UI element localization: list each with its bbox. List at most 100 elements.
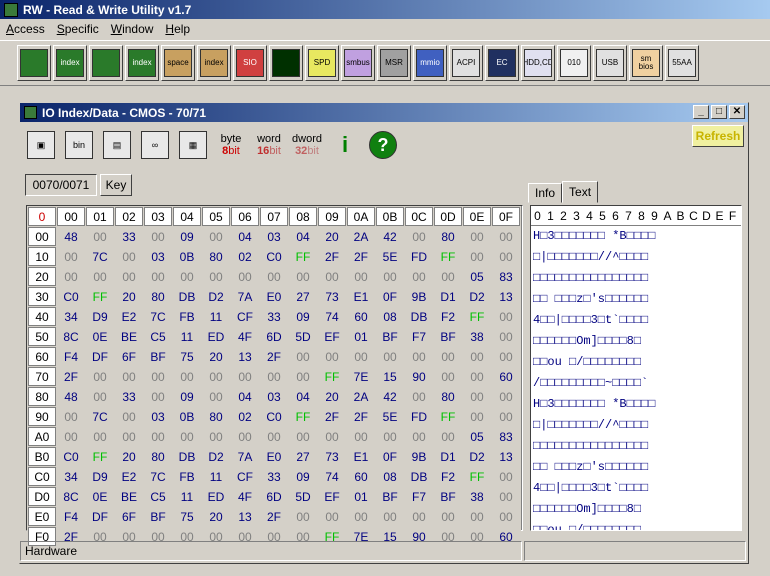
save-bin-button[interactable]: bin bbox=[62, 127, 96, 163]
hex-cell[interactable]: 00 bbox=[231, 427, 259, 446]
hex-cell[interactable]: BE bbox=[115, 327, 143, 346]
hex-cell[interactable]: 08 bbox=[376, 467, 404, 486]
hex-cell[interactable]: 83 bbox=[492, 267, 520, 286]
hex-cell[interactable]: E0 bbox=[260, 287, 288, 306]
hex-cell[interactable]: 04 bbox=[231, 227, 259, 246]
msr-button[interactable]: MSR bbox=[377, 45, 411, 81]
55aa-button[interactable]: 55AA bbox=[665, 45, 699, 81]
hex-cell[interactable]: 00 bbox=[115, 247, 143, 266]
word-mode-button[interactable]: word 16bit bbox=[252, 127, 286, 163]
hex-cell[interactable]: 34 bbox=[57, 307, 85, 326]
hex-cell[interactable]: 33 bbox=[115, 387, 143, 406]
hex-cell[interactable]: 33 bbox=[115, 227, 143, 246]
memory-index-button[interactable]: index bbox=[125, 45, 159, 81]
oscilloscope-button[interactable] bbox=[269, 45, 303, 81]
io-index-button[interactable]: index bbox=[197, 45, 231, 81]
hex-cell[interactable]: 00 bbox=[492, 387, 520, 406]
hex-cell[interactable]: 00 bbox=[492, 467, 520, 486]
hex-cell[interactable]: 9B bbox=[405, 287, 433, 306]
ec-button[interactable]: EC bbox=[485, 45, 519, 81]
menu-access[interactable]: Access bbox=[0, 22, 51, 36]
hex-cell[interactable]: 04 bbox=[289, 387, 317, 406]
hex-cell[interactable]: 73 bbox=[318, 447, 346, 466]
hex-cell[interactable]: 00 bbox=[115, 267, 143, 286]
hex-cell[interactable]: 00 bbox=[318, 427, 346, 446]
hex-cell[interactable]: 74 bbox=[318, 467, 346, 486]
hex-cell[interactable]: 33 bbox=[260, 467, 288, 486]
hex-cell[interactable]: FD bbox=[405, 407, 433, 426]
ata-button[interactable]: 010 bbox=[557, 45, 591, 81]
hex-cell[interactable]: 5D bbox=[289, 487, 317, 506]
hex-cell[interactable]: 00 bbox=[405, 427, 433, 446]
hex-cell[interactable]: 00 bbox=[492, 347, 520, 366]
hex-cell[interactable]: 0E bbox=[86, 327, 114, 346]
hex-cell[interactable]: 00 bbox=[434, 507, 462, 526]
hex-cell[interactable]: DB bbox=[173, 287, 201, 306]
help-button[interactable]: ? bbox=[366, 127, 400, 163]
hex-cell[interactable]: FF bbox=[86, 287, 114, 306]
refresh-button[interactable]: Refresh bbox=[692, 125, 744, 147]
hex-cell[interactable]: 0B bbox=[173, 247, 201, 266]
tab-text[interactable]: Text bbox=[562, 181, 599, 203]
hex-cell[interactable]: ED bbox=[202, 327, 230, 346]
hex-cell[interactable]: CF bbox=[231, 307, 259, 326]
smbus-button[interactable]: smbus bbox=[341, 45, 375, 81]
hex-cell[interactable]: 8C bbox=[57, 327, 85, 346]
hex-cell[interactable]: 20 bbox=[202, 347, 230, 366]
hex-cell[interactable]: FF bbox=[463, 307, 491, 326]
hex-cell[interactable]: 00 bbox=[202, 427, 230, 446]
hex-cell[interactable]: F2 bbox=[434, 307, 462, 326]
hex-cell[interactable]: 00 bbox=[86, 367, 114, 386]
hex-cell[interactable]: 00 bbox=[376, 347, 404, 366]
hex-cell[interactable]: 38 bbox=[463, 327, 491, 346]
hex-cell[interactable]: 00 bbox=[202, 227, 230, 246]
hex-cell[interactable]: 00 bbox=[492, 227, 520, 246]
hex-cell[interactable]: BF bbox=[434, 487, 462, 506]
hex-cell[interactable]: BF bbox=[144, 507, 172, 526]
hex-cell[interactable]: 8C bbox=[57, 487, 85, 506]
key-button[interactable]: Key bbox=[100, 174, 132, 196]
hex-cell[interactable]: FF bbox=[289, 407, 317, 426]
hex-cell[interactable]: 04 bbox=[231, 387, 259, 406]
hex-cell[interactable]: 60 bbox=[347, 307, 375, 326]
hex-cell[interactable]: 00 bbox=[289, 367, 317, 386]
hex-cell[interactable]: 7A bbox=[231, 447, 259, 466]
hex-cell[interactable]: 05 bbox=[463, 267, 491, 286]
hex-cell[interactable]: 00 bbox=[144, 387, 172, 406]
hex-cell[interactable]: 75 bbox=[173, 507, 201, 526]
hex-cell[interactable]: 09 bbox=[173, 227, 201, 246]
hex-cell[interactable]: 00 bbox=[492, 327, 520, 346]
hex-cell[interactable]: 03 bbox=[144, 247, 172, 266]
hdd-cd-button[interactable]: HDD,CD bbox=[521, 45, 555, 81]
hex-cell[interactable]: E0 bbox=[260, 447, 288, 466]
hex-cell[interactable]: FF bbox=[434, 407, 462, 426]
hex-cell[interactable]: 0F bbox=[376, 447, 404, 466]
hex-cell[interactable]: 09 bbox=[173, 387, 201, 406]
hex-cell[interactable]: D1 bbox=[434, 447, 462, 466]
pci-button[interactable] bbox=[17, 45, 51, 81]
spd-button[interactable]: SPD bbox=[305, 45, 339, 81]
hex-cell[interactable]: 13 bbox=[231, 507, 259, 526]
hex-cell[interactable]: 00 bbox=[376, 267, 404, 286]
hex-cell[interactable]: BF bbox=[434, 327, 462, 346]
hex-cell[interactable]: 09 bbox=[289, 307, 317, 326]
hex-cell[interactable]: 00 bbox=[173, 267, 201, 286]
hex-cell[interactable]: 27 bbox=[289, 287, 317, 306]
hex-cell[interactable]: 00 bbox=[347, 347, 375, 366]
hex-cell[interactable]: 80 bbox=[144, 447, 172, 466]
hex-cell[interactable]: F4 bbox=[57, 347, 85, 366]
usb-button[interactable]: USB bbox=[593, 45, 627, 81]
hex-cell[interactable]: CF bbox=[231, 467, 259, 486]
hex-cell[interactable]: 75 bbox=[173, 347, 201, 366]
hex-cell[interactable]: 00 bbox=[434, 367, 462, 386]
hex-cell[interactable]: 5E bbox=[376, 247, 404, 266]
hex-cell[interactable]: 13 bbox=[492, 447, 520, 466]
hex-cell[interactable]: E1 bbox=[347, 447, 375, 466]
sio-button[interactable]: SIO bbox=[233, 45, 267, 81]
hex-cell[interactable]: 80 bbox=[202, 407, 230, 426]
byte-mode-button[interactable]: byte 8bit bbox=[214, 127, 248, 163]
hex-cell[interactable]: 00 bbox=[115, 407, 143, 426]
hex-cell[interactable]: 00 bbox=[86, 267, 114, 286]
hex-cell[interactable]: 4F bbox=[231, 487, 259, 506]
hex-cell[interactable]: 00 bbox=[144, 227, 172, 246]
